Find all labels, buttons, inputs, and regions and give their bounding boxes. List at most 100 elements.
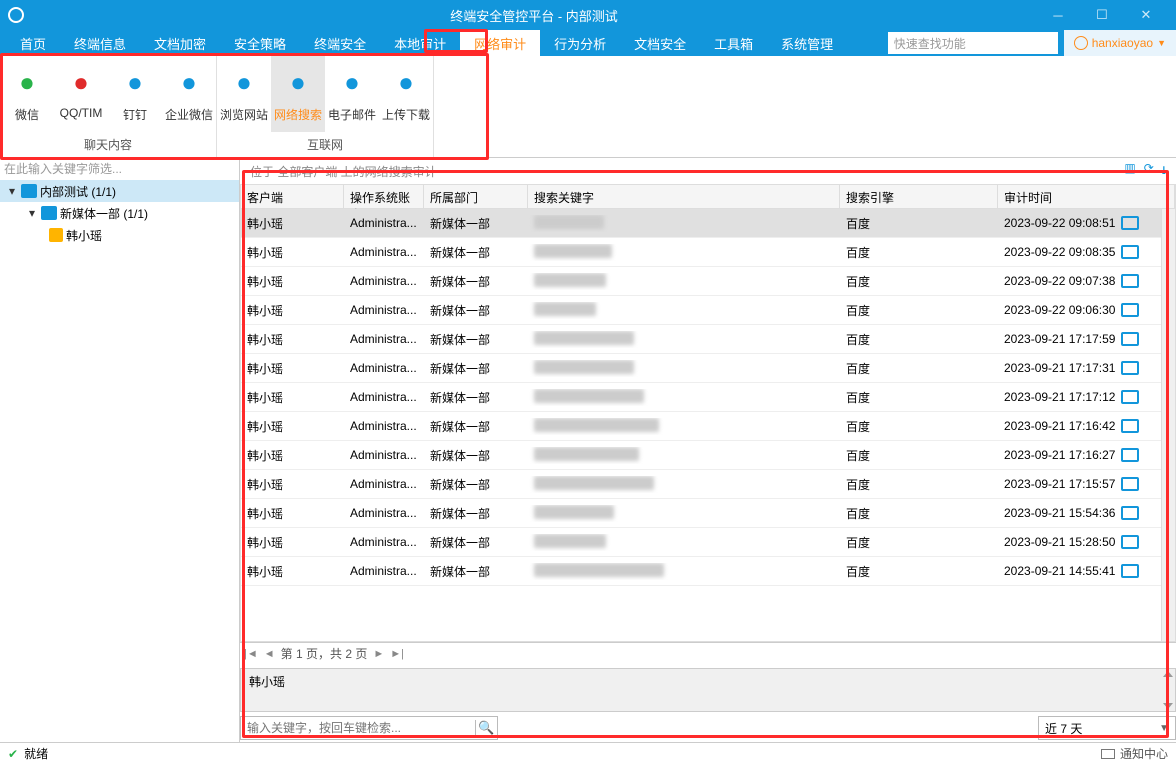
- tree-node[interactable]: ▾内部测试 (1/1): [0, 180, 239, 202]
- menu-2[interactable]: 文档加密: [140, 30, 220, 56]
- pager-first-button[interactable]: |◄: [244, 648, 258, 660]
- scroll-down-icon[interactable]: [1163, 703, 1173, 709]
- col-0[interactable]: 客户端: [241, 185, 344, 208]
- filter-row: 🔍 近 7 天 ▼: [240, 716, 1176, 742]
- pager-prev-button[interactable]: ◄: [264, 648, 275, 660]
- vertical-scrollbar[interactable]: [1161, 209, 1175, 641]
- pager-last-button[interactable]: ►|: [390, 648, 404, 660]
- menu-1[interactable]: 终端信息: [60, 30, 140, 56]
- maximize-button[interactable]: ☐: [1080, 0, 1124, 30]
- user-icon: [49, 228, 63, 242]
- tree-node[interactable]: 韩小瑶: [0, 224, 239, 246]
- breadcrumb-text: 位于 全部客户端 上的网络搜索审计: [250, 163, 437, 180]
- table-row[interactable]: 韩小瑶Administra...新媒体一部百度2023-09-21 15:28:…: [241, 528, 1161, 557]
- tree-node[interactable]: ▾新媒体一部 (1/1): [0, 202, 239, 224]
- user-icon: [1074, 36, 1088, 50]
- client-tree: 在此输入关键字筛选... ▾内部测试 (1/1)▾新媒体一部 (1/1)韩小瑶: [0, 158, 240, 742]
- monitor-icon[interactable]: [1121, 535, 1139, 549]
- minimize-button[interactable]: ─: [1036, 0, 1080, 30]
- ribbon-qqtim[interactable]: ●QQ/TIM: [54, 56, 108, 132]
- monitor-icon[interactable]: [1121, 506, 1139, 520]
- updown-icon: ●: [388, 64, 424, 100]
- ribbon-netsearch[interactable]: ●网络搜索: [271, 56, 325, 132]
- monitor-icon[interactable]: [1121, 216, 1139, 230]
- table-row[interactable]: 韩小瑶Administra...新媒体一部百度2023-09-22 09:08:…: [241, 238, 1161, 267]
- monitor-icon[interactable]: [1121, 303, 1139, 317]
- col-2[interactable]: 所属部门: [424, 185, 528, 208]
- monitor-icon[interactable]: [1121, 419, 1139, 433]
- main-menu: 首页终端信息文档加密安全策略终端安全本地审计网络审计行为分析文档安全工具箱系统管…: [0, 30, 1176, 56]
- table-row[interactable]: 韩小瑶Administra...新媒体一部百度2023-09-21 15:54:…: [241, 499, 1161, 528]
- table-row[interactable]: 韩小瑶Administra...新媒体一部百度2023-09-21 14:55:…: [241, 557, 1161, 586]
- close-button[interactable]: ✕: [1124, 0, 1168, 30]
- monitor-icon[interactable]: [1121, 245, 1139, 259]
- col-1[interactable]: 操作系统账户: [344, 185, 424, 208]
- user-menu[interactable]: hanxiaoyao ▼: [1064, 30, 1176, 56]
- ribbon-group-label: 聊天内容: [84, 132, 132, 157]
- ribbon-wecom[interactable]: ●企业微信: [162, 56, 216, 132]
- monitor-icon[interactable]: [1121, 448, 1139, 462]
- keyword-input[interactable]: [241, 721, 475, 735]
- status-text: 就绪: [24, 745, 48, 762]
- pager-text: 第 1 页，共 2 页: [281, 645, 368, 662]
- email-icon: ●: [334, 64, 370, 100]
- ribbon-dingtalk[interactable]: ●钉钉: [108, 56, 162, 132]
- ribbon-wechat[interactable]: ●微信: [0, 56, 54, 132]
- ribbon-browse[interactable]: ●浏览网站: [217, 56, 271, 132]
- menu-10[interactable]: 系统管理: [767, 30, 847, 56]
- menu-6[interactable]: 网络审计: [460, 30, 540, 56]
- columns-icon[interactable]: ▥: [1124, 161, 1135, 182]
- search-icon[interactable]: 🔍: [475, 720, 497, 736]
- menu-9[interactable]: 工具箱: [700, 30, 767, 56]
- audit-table: 客户端操作系统账户所属部门搜索关键字搜索引擎审计时间 韩小瑶Administra…: [240, 184, 1176, 642]
- table-header: 客户端操作系统账户所属部门搜索关键字搜索引擎审计时间: [241, 185, 1175, 209]
- table-row[interactable]: 韩小瑶Administra...新媒体一部百度2023-09-22 09:06:…: [241, 296, 1161, 325]
- keyword-filter[interactable]: 🔍: [240, 716, 498, 740]
- table-row[interactable]: 韩小瑶Administra...新媒体一部百度2023-09-21 17:15:…: [241, 470, 1161, 499]
- menu-3[interactable]: 安全策略: [220, 30, 300, 56]
- monitor-icon[interactable]: [1121, 274, 1139, 288]
- menu-7[interactable]: 行为分析: [540, 30, 620, 56]
- table-row[interactable]: 韩小瑶Administra...新媒体一部百度2023-09-22 09:07:…: [241, 267, 1161, 296]
- col-5[interactable]: 审计时间: [998, 185, 1175, 208]
- app-logo-icon: [8, 7, 24, 23]
- table-row[interactable]: 韩小瑶Administra...新媒体一部百度2023-09-21 17:17:…: [241, 354, 1161, 383]
- breadcrumb-bar: 位于 全部客户端 上的网络搜索审计 ▥ ⟳ ⭳: [240, 158, 1176, 184]
- scroll-up-icon[interactable]: [1163, 671, 1173, 677]
- monitor-icon[interactable]: [1121, 564, 1139, 578]
- date-range-label: 近 7 天: [1045, 720, 1082, 737]
- pager-next-button[interactable]: ►: [373, 648, 384, 660]
- menu-4[interactable]: 终端安全: [300, 30, 380, 56]
- ribbon-updown[interactable]: ●上传下载: [379, 56, 433, 132]
- table-row[interactable]: 韩小瑶Administra...新媒体一部百度2023-09-21 17:17:…: [241, 325, 1161, 354]
- ribbon-toolbar: ●微信●QQ/TIM●钉钉●企业微信聊天内容 ●浏览网站●网络搜索●电子邮件●上传…: [0, 56, 1176, 158]
- table-body: 韩小瑶Administra...新媒体一部百度2023-09-22 09:08:…: [241, 209, 1161, 641]
- monitor-icon[interactable]: [1121, 390, 1139, 404]
- export-icon[interactable]: ⭳: [1162, 161, 1166, 182]
- menu-5[interactable]: 本地审计: [380, 30, 460, 56]
- ribbon-email[interactable]: ●电子邮件: [325, 56, 379, 132]
- group-icon: [41, 206, 57, 220]
- expand-icon[interactable]: ▾: [6, 184, 18, 198]
- refresh-icon[interactable]: ⟳: [1144, 161, 1154, 182]
- monitor-icon[interactable]: [1121, 361, 1139, 375]
- window-title: 终端安全管控平台 - 内部测试: [32, 6, 1036, 25]
- dingtalk-icon: ●: [117, 64, 153, 100]
- menu-0[interactable]: 首页: [6, 30, 60, 56]
- table-row[interactable]: 韩小瑶Administra...新媒体一部百度2023-09-22 09:08:…: [241, 209, 1161, 238]
- col-3[interactable]: 搜索关键字: [528, 185, 840, 208]
- notification-center[interactable]: 通知中心: [1101, 745, 1168, 762]
- status-bar: ✔ 就绪 通知中心: [0, 742, 1176, 764]
- table-row[interactable]: 韩小瑶Administra...新媒体一部百度2023-09-21 17:16:…: [241, 412, 1161, 441]
- monitor-icon[interactable]: [1121, 477, 1139, 491]
- expand-icon[interactable]: ▾: [26, 206, 38, 220]
- col-4[interactable]: 搜索引擎: [840, 185, 998, 208]
- quick-search[interactable]: 快速查找功能: [888, 32, 1058, 54]
- tree-filter-input[interactable]: 在此输入关键字筛选...: [0, 158, 239, 180]
- date-range-dropdown[interactable]: 近 7 天 ▼: [1038, 716, 1176, 740]
- table-row[interactable]: 韩小瑶Administra...新媒体一部百度2023-09-21 17:17:…: [241, 383, 1161, 412]
- table-row[interactable]: 韩小瑶Administra...新媒体一部百度2023-09-21 17:16:…: [241, 441, 1161, 470]
- monitor-icon[interactable]: [1121, 332, 1139, 346]
- menu-8[interactable]: 文档安全: [620, 30, 700, 56]
- chevron-down-icon: ▼: [1159, 723, 1169, 734]
